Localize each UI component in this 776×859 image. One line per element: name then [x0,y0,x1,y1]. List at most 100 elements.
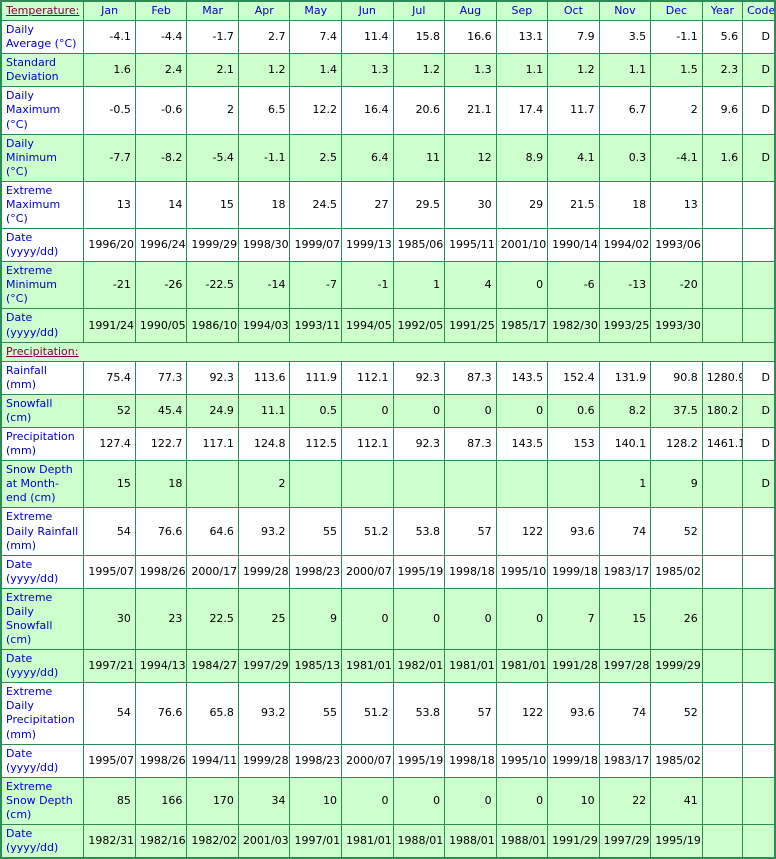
cell-aug: 0 [444,393,497,429]
cell-mar: 22.5 [186,587,239,651]
cell-may: 1998/23 [289,554,342,589]
cell-year [701,587,744,651]
cell-nov: 0.3 [598,133,652,182]
cell-mar: -1.7 [186,20,239,55]
cell-sep: 17.4 [495,86,549,135]
column-header-aug: Aug [444,0,497,22]
cell-code [742,228,776,263]
row-label-standard-deviation: Standard Deviation [0,53,85,88]
cell-code [742,554,776,589]
cell-jun [341,460,394,509]
cell-oct: 1.2 [547,53,600,88]
cell-sep: 0 [495,393,549,429]
cell-dec: -1.1 [650,20,703,55]
cell-dec: 52 [650,507,703,556]
column-header-jan: Jan [83,0,136,22]
cell-apr: 93.2 [237,507,291,556]
cell-year: 1.6 [701,133,744,182]
cell-year [701,554,744,589]
cell-mar: 2000/17 [186,554,239,589]
cell-feb: 14 [134,180,188,230]
cell-oct: 11.7 [547,86,600,135]
cell-year [701,507,744,556]
cell-oct: 1991/29 [547,823,600,859]
column-header-jun: Jun [341,0,394,22]
cell-sep: 1988/01+ [495,823,549,859]
cell-dec: 52 [650,682,703,745]
cell-jun: -1 [341,261,394,310]
cell-code [742,823,776,859]
cell-jul: 29.5 [392,180,446,230]
cell-nov: 74 [598,682,652,745]
cell-may: 1998/23 [289,743,342,778]
row-label-extreme-snow-depth-cm: Extreme Snow Depth (cm) [0,776,85,825]
cell-jul: 0 [392,393,446,429]
cell-feb: 76.6 [134,682,188,745]
cell-sep: 0 [495,587,549,651]
cell-sep: 13.1 [495,20,549,55]
cell-may: 55 [289,682,342,745]
cell-may: 1993/11 [289,308,342,343]
cell-dec: 1999/29 [650,649,703,684]
cell-jan: 1991/24+ [83,308,136,343]
cell-jan: 54 [83,682,136,745]
column-header-sep: Sep [495,0,549,22]
cell-feb: 18 [134,460,188,509]
cell-sep: 1995/10 [495,554,549,589]
cell-year [701,649,744,684]
cell-apr: 1999/28 [237,554,291,589]
cell-mar: 1984/27 [186,649,239,684]
cell-jun: 2000/07 [341,743,394,778]
cell-aug: 1998/18 [444,743,497,778]
cell-dec: 1993/30 [650,308,703,343]
cell-dec: 13 [650,180,703,230]
cell-year: 2.3 [701,53,744,88]
table-row: Daily Maximum (°C) -0.5 -0.6 2 6.5 12.2 16.4 20… [0,86,776,135]
cell-jul: 1995/19 [392,743,446,778]
table-row: Rainfall (mm) 75.4 77.3 92.3 113.6 111.9 112.1… [0,360,776,395]
cell-oct: -6 [547,261,600,310]
cell-aug: 1988/01+ [444,823,497,859]
cell-year [701,743,744,778]
cell-feb: 122.7 [134,427,188,462]
cell-sep: 1995/10 [495,743,549,778]
cell-jun: 6.4 [341,133,394,182]
cell-jul: 1992/05 [392,308,446,343]
table-row: Extreme Daily Precipitation (mm) 54 76.6 65… [0,682,776,745]
cell-nov: 1997/29+ [598,823,652,859]
cell-may: 1999/07 [289,228,342,263]
cell-apr: 2001/03 [237,823,291,859]
cell-may: 111.9 [289,360,342,395]
cell-oct: 1999/18 [547,554,600,589]
cell-nov: 1 [598,460,652,509]
cell-jan: -7.7 [83,133,136,182]
cell-oct: 0.6 [547,393,600,429]
cell-dec: 1985/02 [650,743,703,778]
cell-may: 2.5 [289,133,342,182]
cell-jun: 0 [341,393,394,429]
cell-apr: 113.6 [237,360,291,395]
cell-feb: -26 [134,261,188,310]
cell-year [701,682,744,745]
cell-aug: 57 [444,682,497,745]
cell-year [701,308,744,343]
cell-nov: 18 [598,180,652,230]
cell-may: 112.5 [289,427,342,462]
cell-mar: -22.5 [186,261,239,310]
column-header-apr: Apr [237,0,291,22]
cell-oct: 93.6 [547,507,600,556]
cell-feb: -8.2 [134,133,188,182]
cell-code [742,649,776,684]
table-row: Extreme Snow Depth (cm) 85 166 170 34 10 0 0 0 0 1… [0,776,776,825]
cell-dec: 1995/19 [650,823,703,859]
cell-feb: 45.4 [134,393,188,429]
table-row: Date (yyyy/dd) 1995/07 1998/26 2000/17 1999/… [0,554,776,589]
cell-feb: 1996/24 [134,228,188,263]
cell-dec: -4.1 [650,133,703,182]
cell-sep: 0 [495,776,549,825]
cell-may: 12.2 [289,86,342,135]
row-label-extreme-daily-precipitation-mm: Extreme Daily Precipitation (mm) [0,682,85,745]
cell-jul: 1 [392,261,446,310]
column-header-jul: Jul [392,0,446,22]
cell-jan: 54 [83,507,136,556]
